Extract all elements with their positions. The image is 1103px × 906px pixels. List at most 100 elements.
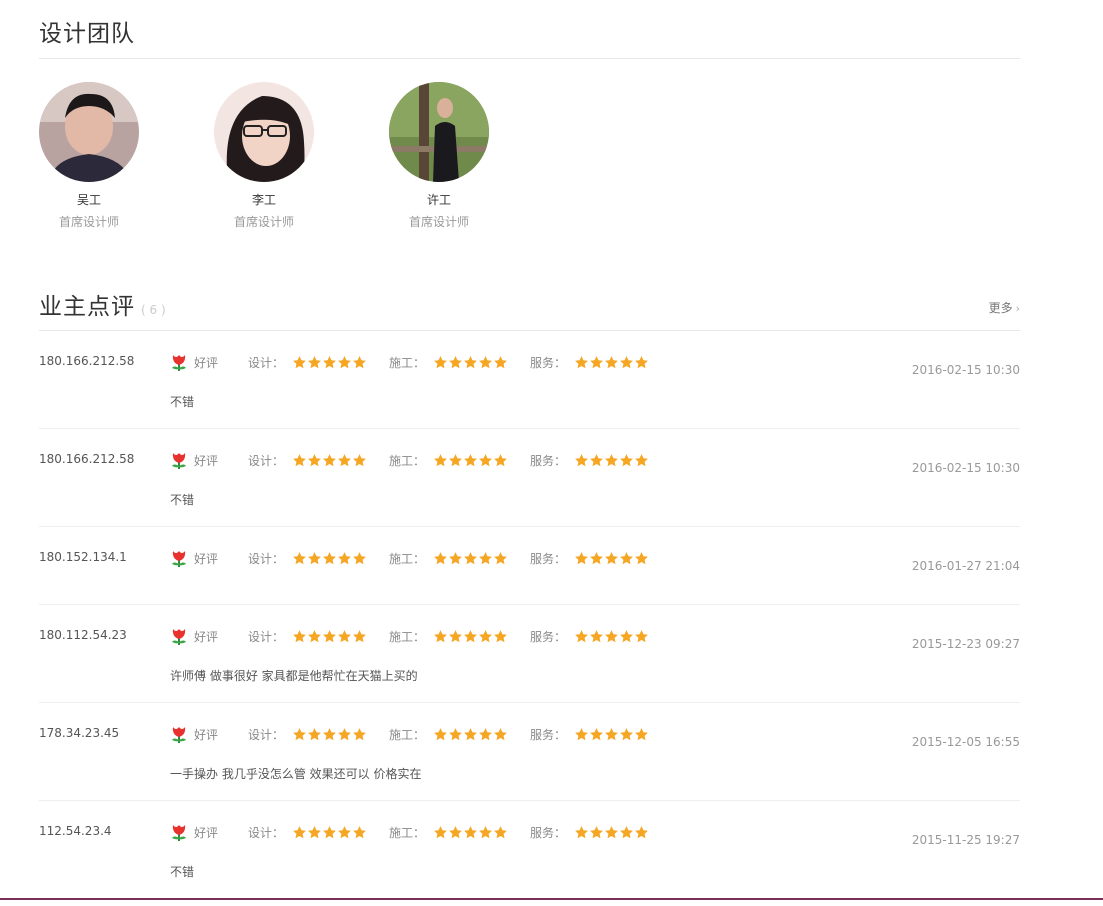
- star-icon: [463, 825, 478, 840]
- service-stars: [574, 355, 649, 370]
- design-label: 设计：: [248, 453, 285, 468]
- star-icon: [574, 551, 589, 566]
- avatar[interactable]: [389, 82, 489, 182]
- star-icon: [574, 727, 589, 742]
- team-member[interactable]: 李工 首席设计师: [214, 82, 314, 230]
- reviewer-ip: 180.166.212.58: [39, 354, 135, 368]
- avatar[interactable]: [214, 82, 314, 182]
- team-member[interactable]: 吴工 首席设计师: [39, 82, 139, 230]
- flower-icon: [170, 823, 188, 842]
- rating-row: 好评 设计： 施工： 服务：: [170, 822, 671, 842]
- member-name: 许工: [426, 193, 451, 207]
- star-icon: [478, 629, 493, 644]
- flower-icon: [170, 451, 188, 470]
- star-icon: [463, 355, 478, 370]
- star-icon: [463, 629, 478, 644]
- star-icon: [604, 453, 619, 468]
- star-icon: [352, 629, 367, 644]
- star-icon: [478, 551, 493, 566]
- star-icon: [352, 727, 367, 742]
- star-icon: [619, 355, 634, 370]
- reviewer-ip: 178.34.23.45: [39, 726, 120, 740]
- rating-row: 好评 设计： 施工： 服务：: [170, 724, 671, 744]
- rating-good-label: 好评: [194, 825, 219, 840]
- star-icon: [448, 727, 463, 742]
- star-icon: [589, 551, 604, 566]
- reviews-section-title: 业主点评 ( 6 ): [39, 287, 166, 321]
- service-stars: [574, 551, 649, 566]
- more-link[interactable]: 更多 ›: [989, 299, 1020, 316]
- star-icon: [493, 551, 508, 566]
- star-icon: [292, 355, 307, 370]
- rating-good-label: 好评: [194, 629, 219, 644]
- design-stars: [292, 453, 367, 468]
- star-icon: [574, 629, 589, 644]
- rating-good-label: 好评: [194, 551, 219, 566]
- star-icon: [448, 453, 463, 468]
- construction-label: 施工：: [389, 551, 426, 566]
- star-icon: [604, 727, 619, 742]
- team-member[interactable]: 许工 首席设计师: [389, 82, 489, 230]
- flower-icon: [170, 353, 188, 372]
- service-stars: [574, 727, 649, 742]
- reviewer-ip: 180.152.134.1: [39, 550, 127, 564]
- star-icon: [307, 727, 322, 742]
- star-icon: [322, 825, 337, 840]
- star-icon: [292, 551, 307, 566]
- design-label: 设计：: [248, 355, 285, 370]
- star-icon: [589, 355, 604, 370]
- design-label: 设计：: [248, 551, 285, 566]
- member-name: 吴工: [76, 193, 101, 207]
- star-icon: [352, 453, 367, 468]
- star-icon: [604, 825, 619, 840]
- star-icon: [478, 355, 493, 370]
- review-row: 180.112.54.23 好评 设计： 施工： 服务： 2015-12-23 09:27…: [39, 605, 1020, 703]
- construction-stars: [433, 629, 508, 644]
- construction-stars: [433, 727, 508, 742]
- star-icon: [634, 727, 649, 742]
- star-icon: [352, 355, 367, 370]
- star-icon: [307, 355, 322, 370]
- star-icon: [352, 551, 367, 566]
- construction-label: 施工：: [389, 629, 426, 644]
- service-stars: [574, 825, 649, 840]
- star-icon: [337, 727, 352, 742]
- more-label: 更多: [988, 301, 1013, 315]
- star-icon: [448, 629, 463, 644]
- star-icon: [574, 453, 589, 468]
- star-icon: [493, 629, 508, 644]
- review-row: 180.152.134.1 好评 设计： 施工： 服务： 2016-01-27 21:04: [39, 527, 1020, 605]
- review-date: 2016-02-15 10:30: [911, 363, 1020, 377]
- star-icon: [478, 453, 493, 468]
- service-label: 服务：: [530, 453, 567, 468]
- star-icon: [574, 825, 589, 840]
- design-stars: [292, 551, 367, 566]
- service-label: 服务：: [530, 727, 567, 742]
- review-row: 112.54.23.4 好评 设计： 施工： 服务： 2015-11-25 19:27 不错: [39, 801, 1020, 896]
- star-icon: [307, 453, 322, 468]
- rating-row: 好评 设计： 施工： 服务：: [170, 626, 671, 646]
- star-icon: [337, 825, 352, 840]
- star-icon: [337, 355, 352, 370]
- avatar[interactable]: [39, 82, 139, 182]
- chevron-right-icon: ›: [1015, 302, 1020, 315]
- star-icon: [574, 355, 589, 370]
- star-icon: [322, 355, 337, 370]
- service-label: 服务：: [530, 551, 567, 566]
- design-stars: [292, 825, 367, 840]
- star-icon: [433, 453, 448, 468]
- star-icon: [463, 551, 478, 566]
- member-role: 首席设计师: [233, 215, 294, 229]
- review-date: 2016-01-27 21:04: [911, 559, 1020, 573]
- star-icon: [619, 551, 634, 566]
- service-stars: [574, 629, 649, 644]
- star-icon: [307, 629, 322, 644]
- construction-label: 施工：: [389, 825, 426, 840]
- star-icon: [619, 825, 634, 840]
- star-icon: [634, 825, 649, 840]
- star-icon: [292, 825, 307, 840]
- construction-stars: [433, 551, 508, 566]
- design-label: 设计：: [248, 629, 285, 644]
- rating-good-label: 好评: [194, 355, 219, 370]
- review-row: 180.166.212.58 好评 设计： 施工： 服务： 2016-02-15 10:3…: [39, 331, 1020, 429]
